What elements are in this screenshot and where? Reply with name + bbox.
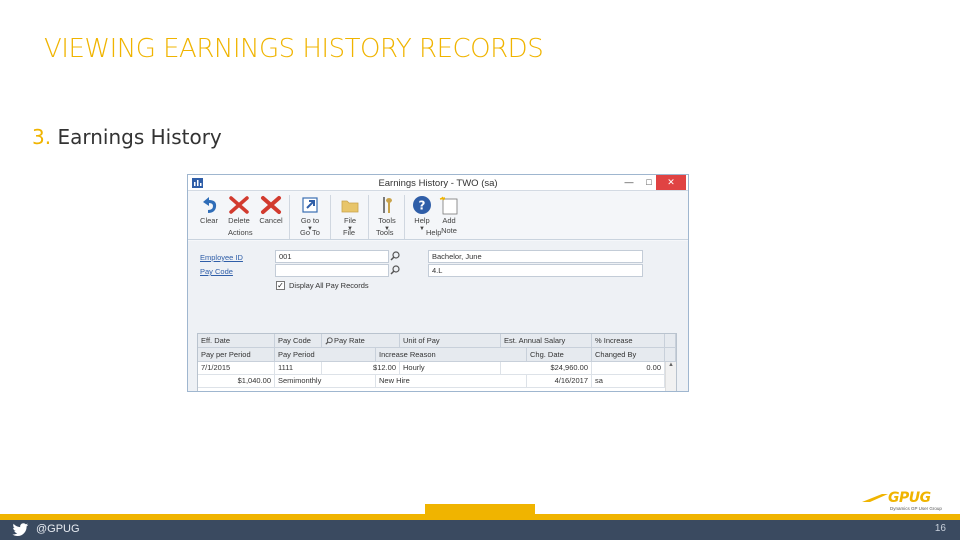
row1-pay-rate[interactable]: $12.00 (322, 362, 400, 375)
clear-button[interactable]: Clear (195, 194, 223, 226)
row2-pay-per-period[interactable]: $1,040.00 (198, 375, 275, 388)
twitter-handle[interactable]: @GPUG (36, 523, 80, 535)
employee-id-link[interactable]: Employee ID (200, 253, 243, 262)
grid-scrollbar[interactable]: ▲ (665, 362, 676, 391)
group-label-goto: Go To (300, 228, 320, 237)
header-pay-rate[interactable]: Pay Rate (322, 334, 400, 348)
header-pay-per-period[interactable]: Pay per Period (198, 348, 275, 362)
row2-changed-by[interactable]: sa (592, 375, 665, 388)
pay-code-lookup-icon[interactable] (390, 265, 400, 275)
ribbon-separator (368, 195, 369, 239)
undo-icon (203, 197, 217, 213)
file-button[interactable]: File ▼ (336, 194, 364, 232)
minimize-button[interactable]: — (618, 175, 640, 190)
header-pay-code[interactable]: Pay Code (275, 334, 322, 348)
goto-button[interactable]: Go to ▼ (296, 194, 324, 232)
close-button[interactable]: ✕ (656, 175, 686, 190)
clear-label: Clear (200, 216, 218, 225)
header-changed-by[interactable]: Changed By (592, 348, 665, 362)
ribbon-separator (330, 195, 331, 239)
window-title: Earnings History - TWO (sa) (378, 178, 498, 189)
row1-percent-increase[interactable]: 0.00 (592, 362, 665, 375)
delete-x-icon (229, 196, 249, 214)
footer-bar (0, 520, 960, 540)
file-label: File (343, 216, 357, 225)
header-unit-of-pay[interactable]: Unit of Pay (400, 334, 501, 348)
help-icon: ? (413, 196, 431, 214)
slide-title: VIEWING EARNINGS HISTORY RECORDS (44, 34, 544, 64)
employee-id-field[interactable]: 001 (275, 250, 389, 263)
header-eff-date[interactable]: Eff. Date (198, 334, 275, 348)
help-button[interactable]: ? Help ▼ (408, 194, 436, 232)
employee-code-field: 4.L (428, 264, 643, 277)
step-heading: 3. Earnings History (32, 125, 222, 149)
pay-code-header-lookup-icon[interactable] (325, 337, 333, 345)
gpug-logo-subtitle: Dynamics GP User Group (890, 506, 942, 511)
row2-pay-period[interactable]: Semimonthly (275, 375, 376, 388)
cancel-button[interactable]: Cancel (257, 194, 285, 226)
twitter-bird-icon (12, 523, 29, 537)
grid-expand-icon[interactable] (665, 334, 676, 348)
step-number: 3. (32, 125, 52, 149)
header-increase-reason[interactable]: Increase Reason (376, 348, 527, 362)
ribbon: Clear Delete Cancel Go to ▼ File ▼ Tools… (188, 192, 688, 240)
tools-icon (383, 197, 392, 213)
tools-label: Tools (378, 216, 396, 225)
row2-increase-reason[interactable]: New Hire (376, 375, 527, 388)
add-note-label-line1: Add (442, 216, 456, 225)
employee-name-field: Bachelor, June (428, 250, 643, 263)
grid-expand-icon[interactable] (665, 348, 676, 362)
header-est-annual-salary[interactable]: Est. Annual Salary (501, 334, 592, 348)
header-chg-date[interactable]: Chg. Date (527, 348, 592, 362)
step-text: Earnings History (51, 125, 222, 149)
row1-est-annual-salary[interactable]: $24,960.00 (501, 362, 592, 375)
display-all-checkbox[interactable]: ✓ (276, 281, 285, 290)
form-area: Employee ID 001 Pay Code Bachelor, June … (188, 241, 688, 391)
delete-button[interactable]: Delete (225, 194, 253, 226)
goto-label: Go to (300, 216, 320, 225)
group-label-help: Help (426, 228, 442, 237)
row2-chg-date[interactable]: 4/16/2017 (527, 375, 592, 388)
employee-lookup-icon[interactable] (390, 251, 400, 261)
help-label: Help (414, 216, 430, 225)
page-number: 16 (934, 523, 946, 534)
window-titlebar: Earnings History - TWO (sa) — □ ✕ (188, 175, 688, 191)
svg-text:?: ? (419, 199, 426, 213)
display-all-label: Display All Pay Records (289, 281, 369, 290)
pay-code-field[interactable] (275, 264, 389, 277)
gpug-logo: GPUG Dynamics GP User Group (862, 490, 954, 514)
group-label-file: File (343, 228, 356, 237)
pay-code-link[interactable]: Pay Code (200, 267, 233, 276)
header-pay-period[interactable]: Pay Period (275, 348, 376, 362)
gpug-logo-text: GPUG (888, 490, 931, 506)
cancel-x-icon (261, 196, 281, 214)
row1-eff-date[interactable]: 7/1/2015 (198, 362, 275, 375)
folder-icon (341, 200, 359, 213)
header-percent-increase[interactable]: % Increase (592, 334, 665, 348)
note-icon (439, 196, 458, 215)
earnings-history-window: Earnings History - TWO (sa) — □ ✕ Clear … (187, 174, 689, 392)
goto-arrow-icon (302, 197, 318, 213)
cancel-label: Cancel (259, 216, 283, 225)
row1-pay-code[interactable]: 1111 (275, 362, 322, 375)
tools-button[interactable]: Tools ▼ (373, 194, 401, 232)
ribbon-separator (404, 195, 405, 239)
scroll-up-icon[interactable]: ▲ (668, 362, 674, 368)
ribbon-separator (289, 195, 290, 239)
delete-label: Delete (228, 216, 250, 225)
gpug-logo-swoosh-icon (862, 494, 888, 502)
row1-unit-of-pay[interactable]: Hourly (400, 362, 501, 375)
group-label-tools: Tools (376, 228, 394, 237)
group-label-actions: Actions (228, 228, 253, 237)
pay-records-grid: Eff. Date Pay Code Pay Rate Unit of Pay … (197, 333, 677, 391)
